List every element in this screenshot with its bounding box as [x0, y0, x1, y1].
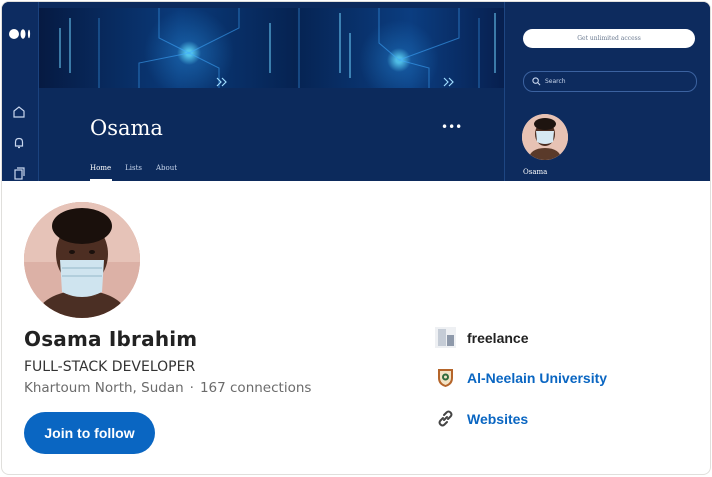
- sidebar-avatar: [522, 114, 568, 160]
- profile-card: Osama ••• Home Lists About Get unlimited…: [1, 1, 711, 475]
- hero-image: [39, 8, 504, 88]
- bookmarks-icon[interactable]: [12, 166, 26, 180]
- detail-education-label: Al-Neelain University: [467, 369, 608, 386]
- detail-current-company[interactable]: freelance: [435, 327, 528, 348]
- medium-sidebar-rail: [2, 2, 39, 181]
- separator-dot: ·: [189, 380, 194, 396]
- sidebar-profile-name: Osama: [523, 168, 548, 176]
- profile-banner: Osama ••• Home Lists About Get unlimited…: [2, 2, 710, 181]
- tab-lists[interactable]: Lists: [125, 164, 142, 172]
- detail-company-label: freelance: [467, 329, 529, 346]
- connections-count: 167 connections: [199, 380, 312, 396]
- company-logo-icon: [435, 327, 456, 348]
- link-icon: [438, 410, 453, 427]
- medium-right-sidebar: Get unlimited access Search Osama: [504, 2, 710, 181]
- medium-logo-icon: [9, 29, 31, 39]
- medium-profile-tabs: Home Lists About: [90, 164, 177, 172]
- active-tab-indicator: [90, 179, 112, 181]
- profile-name: Osama Ibrahim: [24, 327, 198, 351]
- bell-icon[interactable]: [12, 136, 26, 150]
- get-unlimited-access-button[interactable]: Get unlimited access: [523, 29, 695, 48]
- detail-websites[interactable]: Websites: [435, 408, 528, 429]
- tab-home[interactable]: Home: [90, 164, 111, 172]
- profile-location: Khartoum North, Sudan: [24, 380, 184, 396]
- join-to-follow-button[interactable]: Join to follow: [24, 412, 155, 454]
- profile-location-line: Khartoum North, Sudan · 167 connections: [24, 380, 311, 396]
- search-icon: [532, 77, 541, 86]
- search-field[interactable]: Search: [523, 71, 697, 92]
- home-icon[interactable]: [12, 105, 26, 119]
- more-options-button[interactable]: •••: [441, 120, 462, 134]
- university-crest-icon: [438, 369, 453, 387]
- detail-websites-label: Websites: [467, 410, 529, 427]
- circuit-graphic: [59, 8, 496, 88]
- profile-headline: FULL-STACK DEVELOPER: [24, 359, 196, 375]
- detail-education[interactable]: Al-Neelain University: [435, 367, 607, 388]
- medium-profile-name: Osama: [90, 116, 163, 140]
- search-label: Search: [545, 78, 566, 85]
- tab-about[interactable]: About: [156, 164, 177, 172]
- profile-avatar: [24, 202, 140, 318]
